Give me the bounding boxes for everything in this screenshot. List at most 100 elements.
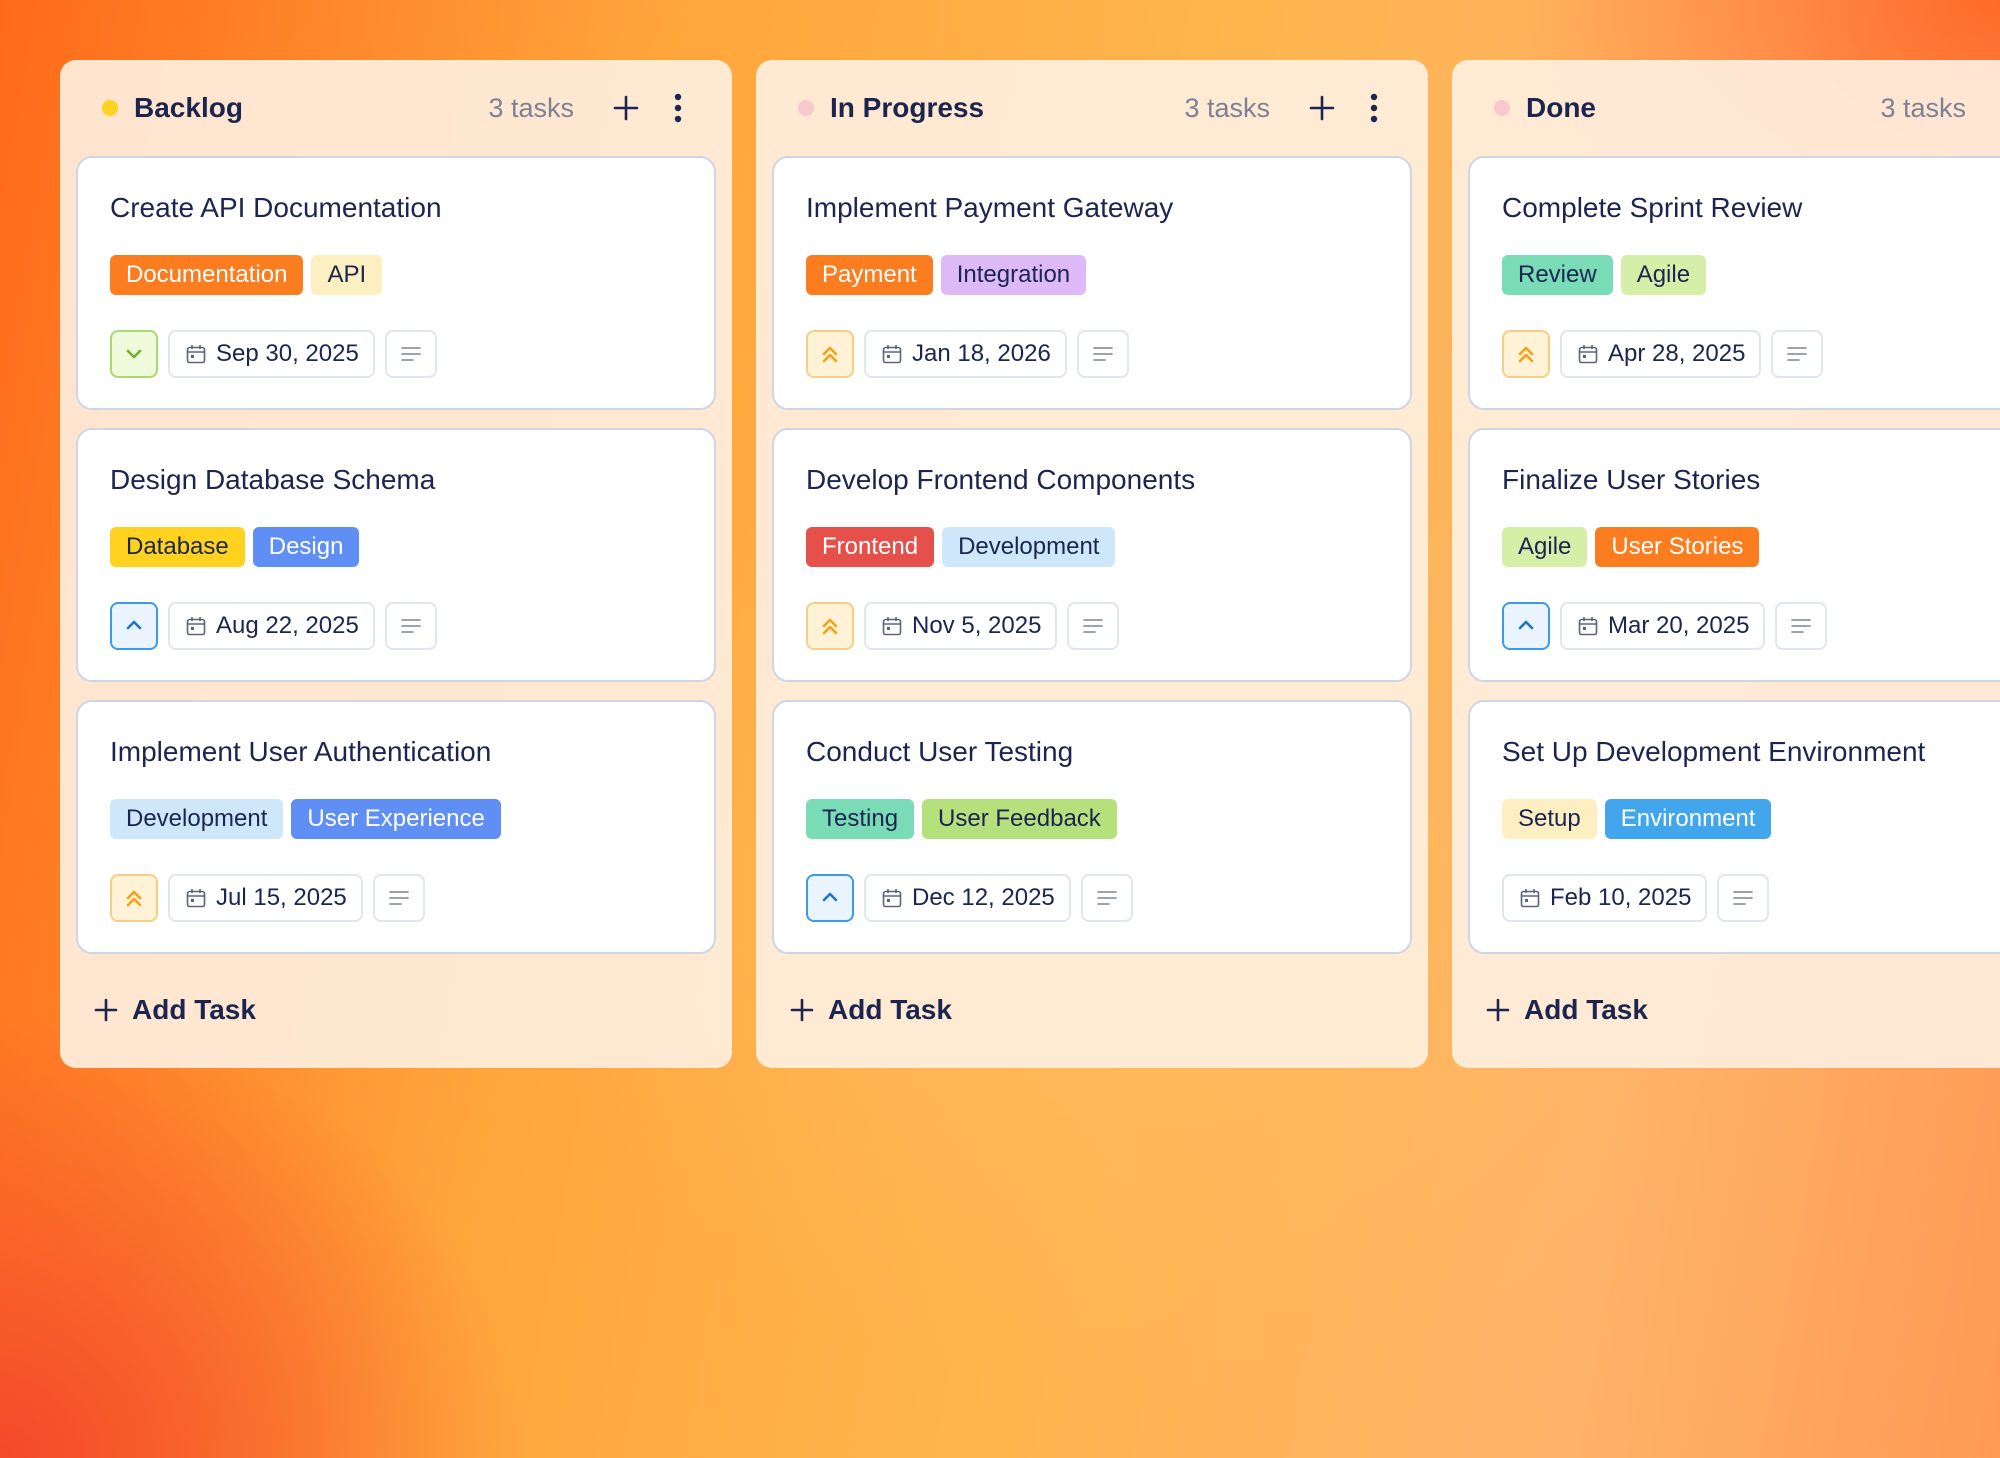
add-column-task-button[interactable] xyxy=(1996,86,2000,130)
due-date-button[interactable]: Aug 22, 2025 xyxy=(168,602,375,650)
tag-badge: Frontend xyxy=(806,527,935,567)
task-title: Complete Sprint Review xyxy=(1502,192,1803,223)
calendar-icon xyxy=(882,617,902,636)
column-menu-button[interactable] xyxy=(1352,86,1396,130)
description-button[interactable] xyxy=(1080,874,1133,922)
double-chevron-up-icon xyxy=(822,618,838,635)
due-date-text: Mar 20, 2025 xyxy=(1608,612,1750,639)
due-date-button[interactable]: Feb 10, 2025 xyxy=(1502,874,1708,922)
text-lines-icon xyxy=(400,347,421,361)
task-title: Implement Payment Gateway xyxy=(806,192,1174,223)
priority-button[interactable] xyxy=(110,602,158,650)
calendar-icon xyxy=(186,617,206,636)
add-task-label: Add Task xyxy=(1524,994,1648,1025)
tag-badge: Agile xyxy=(1620,255,1707,295)
task-card[interactable]: Develop Frontend Components Frontend Dev… xyxy=(772,428,1412,682)
column-title: Backlog xyxy=(134,92,243,123)
task-card[interactable]: Implement Payment Gateway Payment Integr… xyxy=(772,156,1412,410)
task-tags: Development User Experience xyxy=(110,799,682,839)
column-task-count: 3 tasks xyxy=(488,92,574,123)
calendar-icon xyxy=(882,345,902,364)
add-task-button[interactable]: Add Task xyxy=(772,954,1412,1066)
tag-badge: Agile xyxy=(1502,527,1588,567)
column-done: Done 3 tasks Complete Sprint Review Revi… xyxy=(1452,60,2000,1068)
priority-button[interactable] xyxy=(110,874,158,922)
add-column-task-button[interactable] xyxy=(1300,86,1344,130)
description-button[interactable] xyxy=(1076,330,1129,378)
task-card[interactable]: Create API Documentation Documentation A… xyxy=(76,156,716,410)
due-date-button[interactable]: Jan 18, 2026 xyxy=(864,330,1067,378)
due-date-button[interactable]: Sep 30, 2025 xyxy=(168,330,375,378)
column-task-count: 3 tasks xyxy=(1184,92,1270,123)
add-task-button[interactable]: Add Task xyxy=(76,954,716,1066)
tag-badge: Integration xyxy=(940,255,1087,295)
description-button[interactable] xyxy=(372,874,425,922)
tag-badge: Setup xyxy=(1502,799,1597,839)
task-tags: Review Agile xyxy=(1502,255,2000,295)
column-backlog: Backlog 3 tasks Create API Documentation… xyxy=(60,60,732,1068)
task-tags: Setup Environment xyxy=(1502,799,2000,839)
tag-badge: API xyxy=(311,255,383,295)
task-card[interactable]: Conduct User Testing Testing User Feedba… xyxy=(772,700,1412,954)
task-tags: Frontend Development xyxy=(806,527,1378,567)
priority-button[interactable] xyxy=(806,874,854,922)
task-card[interactable]: Finalize User Stories Agile User Stories… xyxy=(1468,428,2000,682)
task-tags: Payment Integration xyxy=(806,255,1378,295)
due-date-button[interactable]: Dec 12, 2025 xyxy=(864,874,1071,922)
description-button[interactable] xyxy=(1771,330,1824,378)
text-lines-icon xyxy=(400,619,421,633)
add-task-label: Add Task xyxy=(828,994,952,1025)
tag-badge: Documentation xyxy=(110,255,304,295)
calendar-icon xyxy=(1578,617,1598,636)
task-tags: Documentation API xyxy=(110,255,682,295)
column-in-progress: In Progress 3 tasks Implement Payment Ga… xyxy=(756,60,1428,1068)
due-date-text: Apr 28, 2025 xyxy=(1608,340,1746,367)
priority-button[interactable] xyxy=(1502,602,1550,650)
description-button[interactable] xyxy=(1775,602,1828,650)
tag-badge: Environment xyxy=(1604,799,1772,839)
task-card[interactable]: Set Up Development Environment Setup Env… xyxy=(1468,700,2000,954)
add-task-button[interactable]: Add Task xyxy=(1468,954,2000,1066)
priority-button[interactable] xyxy=(110,330,158,378)
task-card[interactable]: Complete Sprint Review Review Agile Apr … xyxy=(1468,156,2000,410)
calendar-icon xyxy=(186,345,206,364)
column-menu-button[interactable] xyxy=(656,86,700,130)
text-lines-icon xyxy=(1083,619,1104,633)
due-date-text: Jul 15, 2025 xyxy=(216,884,347,911)
column-header: Backlog 3 tasks xyxy=(76,60,716,156)
tag-badge: User Experience xyxy=(291,799,501,839)
column-title: In Progress xyxy=(830,92,985,123)
due-date-text: Jan 18, 2026 xyxy=(912,340,1051,367)
task-title: Develop Frontend Components xyxy=(806,464,1196,495)
tag-badge: User Feedback xyxy=(922,799,1117,839)
task-title: Implement User Authentication xyxy=(110,736,492,767)
text-lines-icon xyxy=(1096,891,1117,905)
column-status-dot xyxy=(798,100,814,116)
description-button[interactable] xyxy=(1717,874,1770,922)
task-card[interactable]: Design Database Schema Database Design A… xyxy=(76,428,716,682)
text-lines-icon xyxy=(1787,347,1808,361)
due-date-button[interactable]: Mar 20, 2025 xyxy=(1560,602,1766,650)
due-date-button[interactable]: Jul 15, 2025 xyxy=(168,874,363,922)
due-date-text: Sep 30, 2025 xyxy=(216,340,359,367)
priority-button[interactable] xyxy=(806,602,854,650)
plus-icon xyxy=(1309,95,1335,121)
calendar-icon xyxy=(1520,889,1540,908)
double-chevron-up-icon xyxy=(126,890,142,907)
description-button[interactable] xyxy=(384,330,437,378)
tag-badge: Review xyxy=(1502,255,1613,295)
description-button[interactable] xyxy=(384,602,437,650)
due-date-button[interactable]: Nov 5, 2025 xyxy=(864,602,1058,650)
add-column-task-button[interactable] xyxy=(604,86,648,130)
task-card[interactable]: Implement User Authentication Developmen… xyxy=(76,700,716,954)
chevron-up-icon xyxy=(822,892,838,902)
text-lines-icon xyxy=(1791,619,1812,633)
column-title: Done xyxy=(1526,92,1596,123)
description-button[interactable] xyxy=(1067,602,1120,650)
tag-badge: Design xyxy=(252,527,360,567)
due-date-button[interactable]: Apr 28, 2025 xyxy=(1560,330,1762,378)
priority-button[interactable] xyxy=(1502,330,1550,378)
column-header: In Progress 3 tasks xyxy=(772,60,1412,156)
tag-badge: User Stories xyxy=(1595,527,1760,567)
priority-button[interactable] xyxy=(806,330,854,378)
